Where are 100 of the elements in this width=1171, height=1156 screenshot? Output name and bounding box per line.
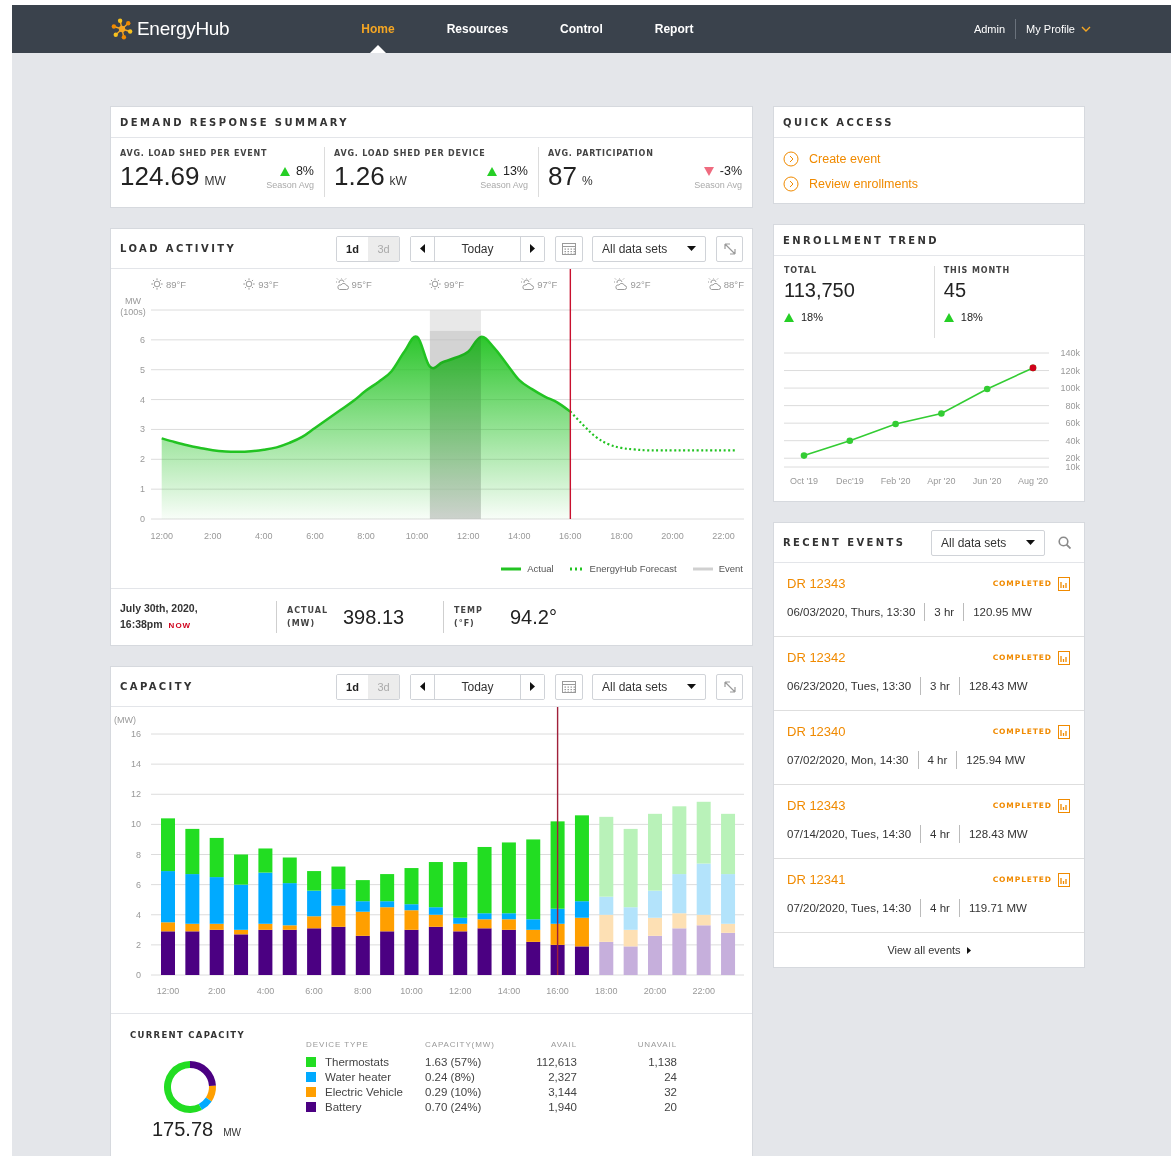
temperature-label: 93°F: [258, 278, 279, 290]
temperature-label: 89°F: [166, 278, 187, 290]
axis-label: 20k: [1065, 453, 1080, 464]
reading-value: 94.2°: [510, 605, 557, 629]
total-value: 175.78: [152, 1118, 214, 1141]
change-value: 18%: [960, 311, 983, 323]
axis-title: (MW): [114, 715, 136, 725]
card-title: LOAD ACTIVITY: [120, 243, 237, 254]
legend-label: Event: [718, 563, 743, 574]
event-duration: 4 hr: [930, 902, 950, 914]
table-cell-text: 20: [663, 1101, 677, 1113]
stat-value: 113,750: [784, 279, 856, 302]
event-duration: 4 hr: [927, 754, 948, 766]
table-cell: Electric Vehicle: [325, 1086, 403, 1098]
axis-label: 4:00: [256, 986, 275, 996]
axis-label: Jun '20: [972, 476, 1002, 486]
table-cell-text: 1,138: [647, 1056, 677, 1068]
axis-label: 22:00: [692, 986, 715, 996]
axis-label: Dec'19: [835, 476, 864, 486]
axis-label: Aug '20: [1017, 476, 1049, 486]
metric-value: 124.69: [120, 162, 200, 190]
reading-value: 398.13: [343, 605, 405, 629]
event-load: 119.71 MW: [968, 902, 1027, 914]
column-header: DEVICE TYPE: [306, 1040, 370, 1049]
axis-label: 8: [136, 849, 141, 860]
axis-label: 2: [136, 939, 141, 950]
event-duration: 3 hr: [930, 680, 950, 692]
axis-label: 12:00: [156, 986, 180, 996]
axis-label: 80k: [1065, 400, 1080, 411]
stat-label: THIS MONTH: [943, 266, 1012, 275]
event-date: 07/20/2020, Tues, 14:30: [787, 902, 912, 914]
event-date: 07/14/2020, Tues, 14:30: [787, 828, 912, 840]
stat-value: 45: [943, 279, 967, 302]
axis-label: Feb '20: [880, 476, 911, 486]
time-label: 16:38pm: [120, 618, 163, 630]
reading-label: TEMP: [454, 605, 484, 617]
event-date: 06/03/2020, Thurs, 13:30: [787, 606, 916, 618]
axis-label: 4: [136, 909, 141, 920]
axis-title: MW (100s): [119, 296, 147, 318]
temperature-label: 99°F: [443, 278, 465, 290]
axis-label: 3: [140, 424, 145, 435]
table-cell-text: 1,940: [547, 1101, 577, 1113]
column-header: AVAIL: [550, 1040, 577, 1049]
temperature-label: 97°F: [537, 278, 558, 290]
axis-label: 16:00: [559, 531, 582, 541]
axis-label: 140k: [1060, 348, 1080, 358]
unit-label: (°F): [454, 618, 476, 630]
metric-value: 1.26: [334, 162, 385, 190]
table-cell-text: 0.29 (10%): [425, 1086, 483, 1098]
axis-label: 0: [136, 970, 141, 980]
axis-label: 12:00: [456, 531, 480, 541]
table-cell-text: 1.63 (57%): [425, 1056, 483, 1068]
axis-label: 10k: [1065, 462, 1080, 472]
axis-label: 6: [140, 334, 145, 345]
metric-label: AVG. LOAD SHED PER DEVICE: [334, 149, 487, 158]
axis-label: 8:00: [357, 531, 375, 541]
change-value: -3%: [719, 164, 742, 178]
table-cell-text: 2,327: [547, 1071, 577, 1083]
note-label: Season Avg: [266, 180, 314, 190]
axis-label: 14: [131, 759, 141, 770]
note-label: Season Avg: [480, 180, 528, 190]
date-label: July 30th, 2020,: [120, 601, 199, 616]
axis-label: 8:00: [354, 986, 372, 996]
legend-label: EnergyHub Forecast: [589, 563, 677, 574]
axis-label: 6:00: [306, 531, 324, 541]
axis-label: 14:00: [497, 986, 521, 996]
temperature-label: 88°F: [723, 278, 744, 290]
axis-label: 2:00: [204, 531, 222, 541]
axis-label: 12:00: [448, 986, 472, 996]
period-label: Today: [460, 678, 495, 696]
axis-label: 100k: [1060, 383, 1080, 394]
table-cell-text: 32: [663, 1086, 677, 1098]
axis-label: 2:00: [207, 986, 226, 996]
column-header: CAPACITY(MW): [425, 1040, 496, 1049]
axis-label: 18:00: [595, 986, 618, 996]
axis-label: 10: [131, 819, 141, 830]
axis-label: 20:00: [643, 986, 667, 996]
stat-label: TOTAL: [784, 266, 818, 275]
axis-label: 6:00: [305, 986, 323, 996]
section-title: CURRENT CAPACITY: [130, 1030, 246, 1040]
legend-label: Actual: [527, 563, 554, 574]
change-value: 8%: [295, 164, 314, 178]
axis-label: 6: [136, 879, 141, 890]
axis-label: 12:00: [150, 531, 173, 541]
unit-label: MW: [223, 1127, 241, 1138]
event-load: 120.95 MW: [973, 606, 1032, 618]
axis-label: 14:00: [508, 531, 531, 541]
unit-label: (MW): [287, 618, 317, 630]
column-header: UNAVAIL: [636, 1040, 677, 1049]
temperature-label: 92°F: [630, 278, 651, 290]
unit-label: MW: [204, 174, 226, 188]
card-title: RECENT EVENTS: [783, 537, 906, 548]
event-duration: 3 hr: [934, 606, 955, 618]
table-cell: Battery: [325, 1101, 362, 1113]
card-title: ENROLLMENT TREND: [783, 234, 940, 246]
now-label: NOW: [168, 621, 192, 630]
card-title: DEMAND RESPONSE SUMMARY: [120, 116, 349, 128]
axis-label: 60k: [1065, 418, 1080, 429]
card-title: CAPACITY: [120, 681, 194, 692]
axis-label: Oct '19: [789, 476, 819, 486]
